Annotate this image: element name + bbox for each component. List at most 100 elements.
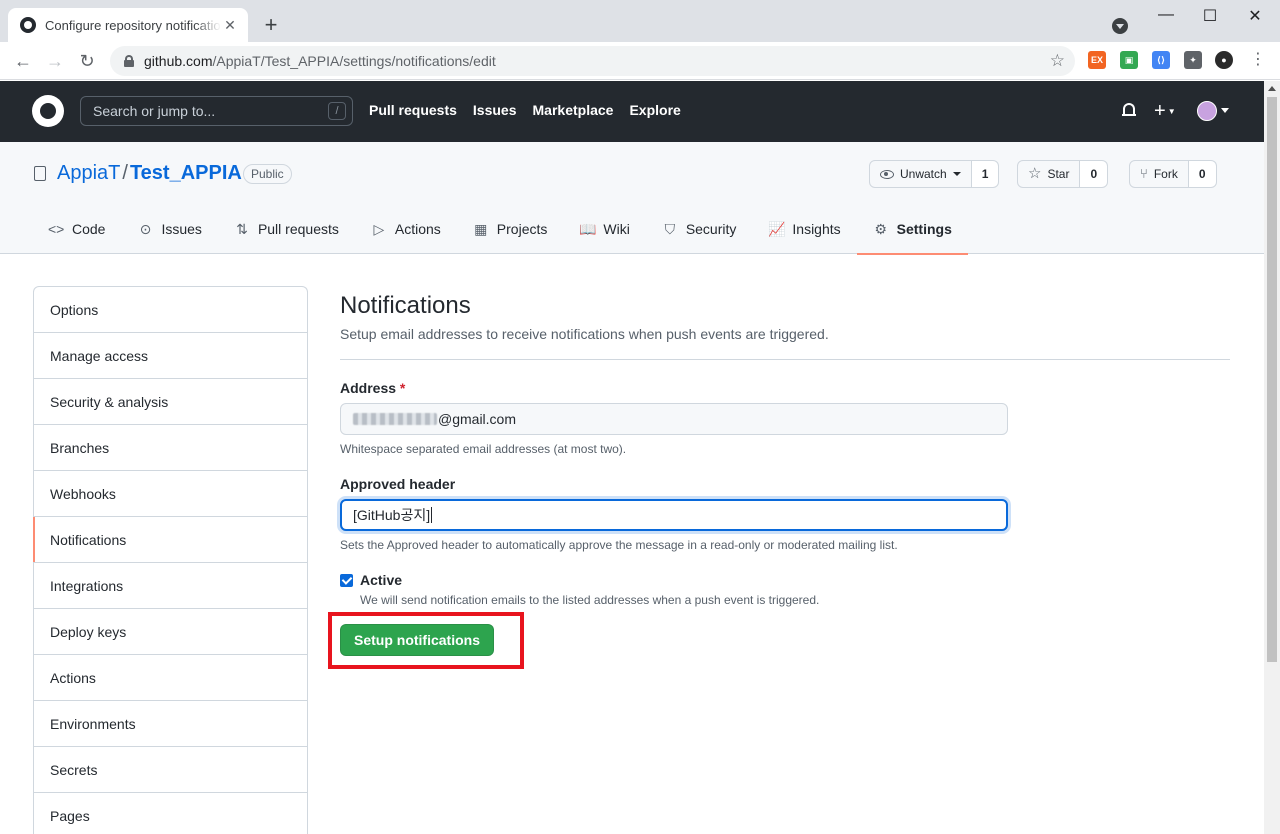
create-new-dropdown[interactable]: + ▼ bbox=[1154, 99, 1176, 124]
tab-pull-requests[interactable]: ⇅ Pull requests bbox=[218, 212, 355, 254]
tab-search-icon[interactable] bbox=[1112, 18, 1128, 34]
tab-security[interactable]: ⛉ Security bbox=[646, 212, 753, 254]
issue-icon: ⊙ bbox=[139, 221, 152, 237]
shield-icon: ⛉ bbox=[664, 221, 676, 237]
sidebar-item-environments[interactable]: Environments bbox=[34, 701, 307, 747]
approved-header-value: [GitHub공지] bbox=[353, 507, 431, 523]
sidebar-item-manage-access[interactable]: Manage access bbox=[34, 333, 307, 379]
sidebar-item-webhooks[interactable]: Webhooks bbox=[34, 471, 307, 517]
watch-count[interactable]: 1 bbox=[971, 160, 1000, 188]
sidebar-item-notifications[interactable]: Notifications bbox=[33, 517, 307, 563]
browser-menu-icon[interactable]: ⋮ bbox=[1250, 50, 1266, 70]
star-button[interactable]: ☆ Star bbox=[1017, 160, 1081, 188]
notifications-bell-icon[interactable] bbox=[1122, 103, 1136, 119]
search-input[interactable]: Search or jump to... / bbox=[80, 96, 353, 126]
repo-name-link[interactable]: Test_APPIA bbox=[130, 162, 242, 184]
chevron-down-icon: ▼ bbox=[1167, 106, 1176, 116]
tab-issues-label: Issues bbox=[161, 221, 202, 237]
pull-request-icon: ⇅ bbox=[236, 221, 248, 237]
tab-wiki[interactable]: 📖 Wiki bbox=[563, 212, 645, 254]
active-label[interactable]: Active bbox=[360, 572, 819, 588]
repo-owner-link[interactable]: AppiaT bbox=[57, 162, 120, 184]
annotation-highlight-box bbox=[328, 612, 524, 669]
profile-avatar-icon[interactable]: ● bbox=[1215, 51, 1233, 69]
sidebar-item-secrets[interactable]: Secrets bbox=[34, 747, 307, 793]
url-input[interactable]: github.com/AppiaT/Test_APPIA/settings/no… bbox=[110, 46, 1075, 76]
repo-header: AppiaT / Test_APPIA Public Unwatch 1 ☆ Star… bbox=[0, 142, 1264, 255]
lock-icon[interactable] bbox=[124, 55, 134, 67]
page-scrollbar[interactable] bbox=[1264, 81, 1280, 834]
sidebar-item-actions[interactable]: Actions bbox=[34, 655, 307, 701]
new-tab-button[interactable]: + bbox=[260, 12, 282, 38]
maximize-button[interactable]: ☐ bbox=[1195, 6, 1225, 26]
sidebar-item-pages[interactable]: Pages bbox=[34, 793, 307, 834]
nav-marketplace[interactable]: Marketplace bbox=[533, 102, 614, 118]
extensions-puzzle-icon[interactable]: ✦ bbox=[1184, 51, 1202, 69]
back-arrow-icon[interactable]: ← bbox=[12, 50, 34, 72]
approved-header-label: Approved header bbox=[340, 476, 456, 492]
approved-header-note: Sets the Approved header to automaticall… bbox=[340, 538, 898, 552]
redacted-email-prefix bbox=[353, 413, 437, 425]
star-label: Star bbox=[1047, 167, 1070, 181]
divider bbox=[340, 359, 1230, 360]
extension-ex-icon[interactable]: EX bbox=[1088, 51, 1106, 69]
github-logo-icon[interactable] bbox=[32, 95, 64, 127]
tab-projects[interactable]: ▦ Projects bbox=[457, 212, 564, 254]
tab-close-icon[interactable]: ✕ bbox=[222, 17, 238, 34]
book-icon: 📖 bbox=[579, 221, 597, 237]
star-count[interactable]: 0 bbox=[1080, 160, 1109, 188]
sidebar-item-security-analysis[interactable]: Security & analysis bbox=[34, 379, 307, 425]
address-label: Address * bbox=[340, 380, 406, 396]
fork-count[interactable]: 0 bbox=[1188, 160, 1217, 188]
address-input[interactable]: @gmail.com bbox=[340, 403, 1008, 435]
tab-settings[interactable]: ⚙ Settings bbox=[856, 212, 969, 255]
url-text: github.com/AppiaT/Test_APPIA/settings/no… bbox=[144, 53, 496, 69]
star-icon: ☆ bbox=[1028, 165, 1042, 182]
code-icon: <> bbox=[48, 221, 65, 237]
approved-header-input[interactable]: [GitHub공지] bbox=[340, 499, 1008, 531]
fork-button[interactable]: ⑂ Fork bbox=[1129, 160, 1189, 188]
forward-arrow-icon[interactable]: → bbox=[44, 50, 66, 72]
tab-security-label: Security bbox=[685, 221, 737, 237]
reload-icon[interactable]: ↻ bbox=[76, 50, 98, 72]
unwatch-label: Unwatch bbox=[900, 167, 947, 181]
browser-tab-bar: Configure repository notifications ✕ + —… bbox=[0, 0, 1280, 42]
notifications-form: Notifications Setup email addresses to r… bbox=[340, 290, 1230, 656]
tab-pull-requests-label: Pull requests bbox=[257, 221, 339, 237]
nav-explore[interactable]: Explore bbox=[629, 102, 680, 118]
user-avatar[interactable] bbox=[1197, 101, 1217, 121]
text-cursor bbox=[431, 507, 433, 523]
repo-icon bbox=[34, 166, 46, 181]
tab-actions[interactable]: ▷ Actions bbox=[355, 212, 457, 254]
nav-pull-requests[interactable]: Pull requests bbox=[369, 102, 457, 118]
extension-blue-icon[interactable]: ⟨⟩ bbox=[1152, 51, 1170, 69]
active-checkbox[interactable] bbox=[340, 574, 353, 587]
tab-actions-label: Actions bbox=[394, 221, 441, 237]
nav-issues[interactable]: Issues bbox=[473, 102, 517, 118]
settings-sidebar: Options Manage access Security & analysi… bbox=[33, 286, 308, 834]
sidebar-item-integrations[interactable]: Integrations bbox=[34, 563, 307, 609]
required-asterisk: * bbox=[399, 380, 406, 396]
fork-label: Fork bbox=[1153, 167, 1178, 181]
scroll-up-icon[interactable] bbox=[1268, 86, 1276, 91]
bookmark-star-icon[interactable]: ☆ bbox=[1050, 51, 1065, 71]
repo-title: AppiaT / Test_APPIA bbox=[57, 162, 242, 185]
minimize-button[interactable]: — bbox=[1151, 6, 1181, 24]
tab-issues[interactable]: ⊙ Issues bbox=[121, 212, 217, 254]
tab-code[interactable]: <> Code bbox=[32, 212, 121, 254]
close-window-button[interactable]: ✕ bbox=[1240, 6, 1270, 26]
sidebar-item-branches[interactable]: Branches bbox=[34, 425, 307, 471]
scroll-thumb[interactable] bbox=[1267, 97, 1277, 662]
browser-tab[interactable]: Configure repository notifications ✕ bbox=[8, 8, 248, 42]
avatar-chevron-down-icon[interactable] bbox=[1221, 108, 1229, 113]
sidebar-item-deploy-keys[interactable]: Deploy keys bbox=[34, 609, 307, 655]
unwatch-button[interactable]: Unwatch bbox=[869, 160, 972, 188]
extension-green-icon[interactable]: ▣ bbox=[1120, 51, 1138, 69]
tab-insights[interactable]: 📈 Insights bbox=[752, 212, 856, 254]
repo-tabs: <> Code ⊙ Issues ⇅ Pull requests ▷ Actions ▦… bbox=[32, 212, 969, 255]
visibility-badge: Public bbox=[243, 164, 292, 184]
eye-icon bbox=[880, 169, 894, 179]
search-placeholder: Search or jump to... bbox=[93, 103, 216, 119]
sidebar-item-options[interactable]: Options bbox=[34, 287, 307, 333]
chevron-down-icon bbox=[952, 172, 961, 176]
